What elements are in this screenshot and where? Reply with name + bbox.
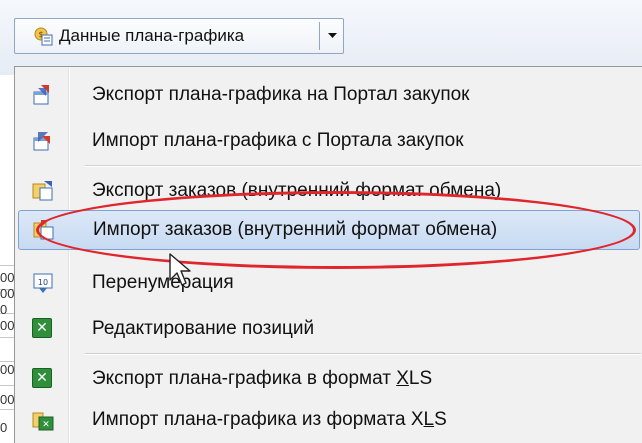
grid-cell: 00 [0,362,14,377]
mouse-cursor-icon [169,253,191,286]
menu-item-export-portal[interactable]: Экспорт плана-графика на Портал закупок [18,75,640,115]
grid-cell: 0 [0,420,8,435]
menu-item-label: Экспорт плана-графика на Портал закупок [92,84,470,105]
menu-item-label: Импорт заказов (внутренний формат обмена… [93,219,498,240]
svg-text:✕: ✕ [42,420,50,430]
dropdown-menu: Экспорт плана-графика на Портал закупок … [14,66,642,443]
menu-item-import-orders[interactable]: Импорт заказов (внутренний формат обмена… [18,210,640,250]
menu-item-label: Импорт плана-графика с Портала закупок [92,130,464,151]
excel-icon: ✕ [32,318,54,340]
menu-item-label: Экспорт заказов (внутренний формат обмен… [92,180,502,201]
menu-item-import-portal[interactable]: Импорт плана-графика с Портала закупок [18,121,640,161]
plan-data-button[interactable]: $ Данные плана-графика [15,19,319,53]
grid-cell: 0 [0,302,8,317]
menu-item-label: Экспорт плана-графика в формат XLS [92,368,433,389]
grid-cell: 00 [0,270,14,285]
export-portal-icon [32,84,54,106]
grid-cell: 00 [0,392,14,407]
menu-item-export-xls[interactable]: ✕ Экспорт плана-графика в формат XLS [18,359,640,399]
menu-item-export-orders[interactable]: Экспорт заказов (внутренний формат обмен… [18,171,640,211]
menu-item-edit-positions[interactable]: ✕ Редактирование позиций [18,309,640,349]
menu-item-label: Редактирование позиций [92,318,315,339]
grid-cell: 00 [0,318,14,333]
menu-item-import-xls[interactable]: ✕ Импорт плана-графика из формата XLS [18,400,640,440]
dropdown-arrow-button[interactable] [321,19,343,53]
grid-cell: 00 [0,286,14,301]
menu-separator [85,353,641,355]
menu-item-label: Импорт плана-графика из формата XLS [92,409,447,430]
plan-data-split-button[interactable]: $ Данные плана-графика [14,18,344,54]
import-orders-icon [33,219,55,241]
svg-text:10: 10 [38,278,48,287]
excel-import-icon: ✕ [32,409,54,431]
plan-data-icon: $ [33,26,53,46]
menu-item-renumber[interactable]: 10 Перенумерация [18,263,640,303]
excel-export-icon: ✕ [32,368,54,390]
split-divider [319,22,320,50]
menu-separator [85,165,641,167]
chevron-down-icon [327,33,337,38]
menu-item-label: Перенумерация [92,272,234,293]
plan-data-button-label: Данные плана-графика [59,26,245,45]
renumber-icon: 10 [32,272,54,294]
export-orders-icon [32,180,54,202]
import-portal-icon [32,130,54,152]
